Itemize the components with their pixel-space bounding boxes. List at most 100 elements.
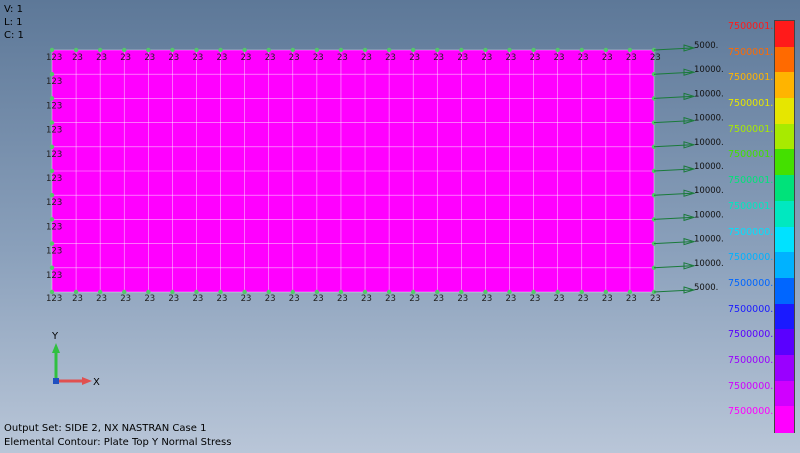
constraint-label: 123 [46,101,62,111]
constraint-label: 123 [46,222,62,232]
node [555,47,560,53]
constraint-label: 123 [46,77,62,87]
constraint-label: 23 [626,53,637,63]
contour-type-text: Elemental Contour: Plate Top Y Normal St… [4,437,232,448]
node [49,72,55,77]
constraint-label: 23 [337,53,348,63]
contour-legend-bar [774,20,795,433]
node [507,47,512,53]
load-arrow-line [653,241,693,245]
node [170,47,175,53]
constraint-label: 23 [168,53,179,63]
node [386,47,392,53]
constraint-label: 23 [626,294,637,304]
node [49,120,55,125]
output-set-text: Output Set: SIDE 2, NX NASTRAN Case 1 [4,423,207,434]
constraint-label: 23 [578,294,589,304]
legend-value-label: 7500000. [728,329,774,341]
node [435,47,440,53]
legend-color-swatch [775,200,794,227]
constraint-label: 123 [46,174,62,184]
legend-value-label: 7500000. [728,380,774,392]
constraint-label: 123 [46,198,62,208]
constraint-label: 23 [457,53,468,63]
node [73,47,79,53]
viewport[interactable]: 123 123 23 23 23 23 23 23 23 23 23 23 23 23 23 23 23 23 23… [0,0,800,453]
constraint-label: 23 [361,294,372,304]
constraint-label: 23 [530,294,541,304]
legend-value-label: 7500001. [728,72,774,84]
node [242,47,247,53]
constraint-label: 23 [217,294,228,304]
node [459,47,464,53]
legend-color-swatch [775,21,794,48]
legend-value-label: 7500000. [728,406,774,418]
constraint-label: 23 [72,294,83,304]
model-view[interactable]: 123 123 23 23 23 23 23 23 23 23 23 23 23 23 23 23 23 23 23… [0,0,800,453]
constraint-label: 23 [96,294,107,304]
legend-color-swatch [775,329,794,356]
legend-value-label: 7500001. [728,21,774,32]
load-arrow-line [653,47,693,51]
constraint-label: 123 [46,271,62,281]
constraint-label: 23 [409,53,420,63]
load-value: 5000. [694,41,718,51]
legend-color-swatch [775,380,794,407]
constraint-label: 23 [120,53,131,63]
constraint-label: 23 [289,53,300,63]
constraint-label: 23 [217,53,228,63]
constraint-label: 23 [361,53,372,63]
constraint-label: 23 [241,53,252,63]
legend-color-swatch [775,226,794,253]
constraint-label: 123 [46,294,62,304]
constraint-label: 23 [433,294,444,304]
constraint-label: 23 [313,294,324,304]
view-info-c: C: 1 [4,30,24,41]
load-value: 10000. [694,162,724,172]
constraint-label: 123 [46,247,62,257]
node [49,47,55,53]
constraint-label: 123 [46,126,62,136]
constraint-label: 23 [481,294,492,304]
legend-value-label: 7500001. [728,98,774,110]
node [49,144,55,149]
legend-value-label: 7500000. [728,252,774,264]
constraint-label: 23 [530,53,541,63]
legend-color-swatch [775,72,794,99]
node [531,47,536,53]
legend-color-swatch [775,98,794,125]
node [146,47,151,53]
node [266,47,271,53]
load-arrow-line [653,289,693,293]
load-value: 5000. [694,283,718,293]
node [627,47,633,53]
triad-origin [53,378,59,384]
load-arrow-line [653,95,693,99]
legend-color-swatch [775,406,794,433]
constraint-label: 23 [337,294,348,304]
load-arrow-line [653,192,693,196]
triad-y-label: Y [51,331,59,342]
legend-value-label: 7500000. [728,226,774,238]
node [290,47,295,53]
constraint-label: 23 [313,53,324,63]
load-arrow-line [653,168,693,172]
triad-x-arrowhead [82,377,92,385]
load-value: 10000. [694,186,724,196]
legend-color-swatch [775,303,794,330]
constraint-label: 23 [602,294,613,304]
constraint-label: 23 [168,294,179,304]
constraint-label: 23 [96,53,107,63]
legend-color-swatch [775,123,794,150]
constraint-label: 23 [265,294,276,304]
legend-value-label: 7500000. [728,277,774,289]
load-arrow-line [653,144,693,148]
view-info-l: L: 1 [4,17,23,28]
constraint-label: 23 [144,53,155,63]
legend-color-swatch [775,354,794,382]
legend-value-label: 7500001. [728,46,774,58]
node [122,47,127,53]
node [411,47,416,53]
node [579,47,584,53]
constraint-label: 23 [506,53,517,63]
